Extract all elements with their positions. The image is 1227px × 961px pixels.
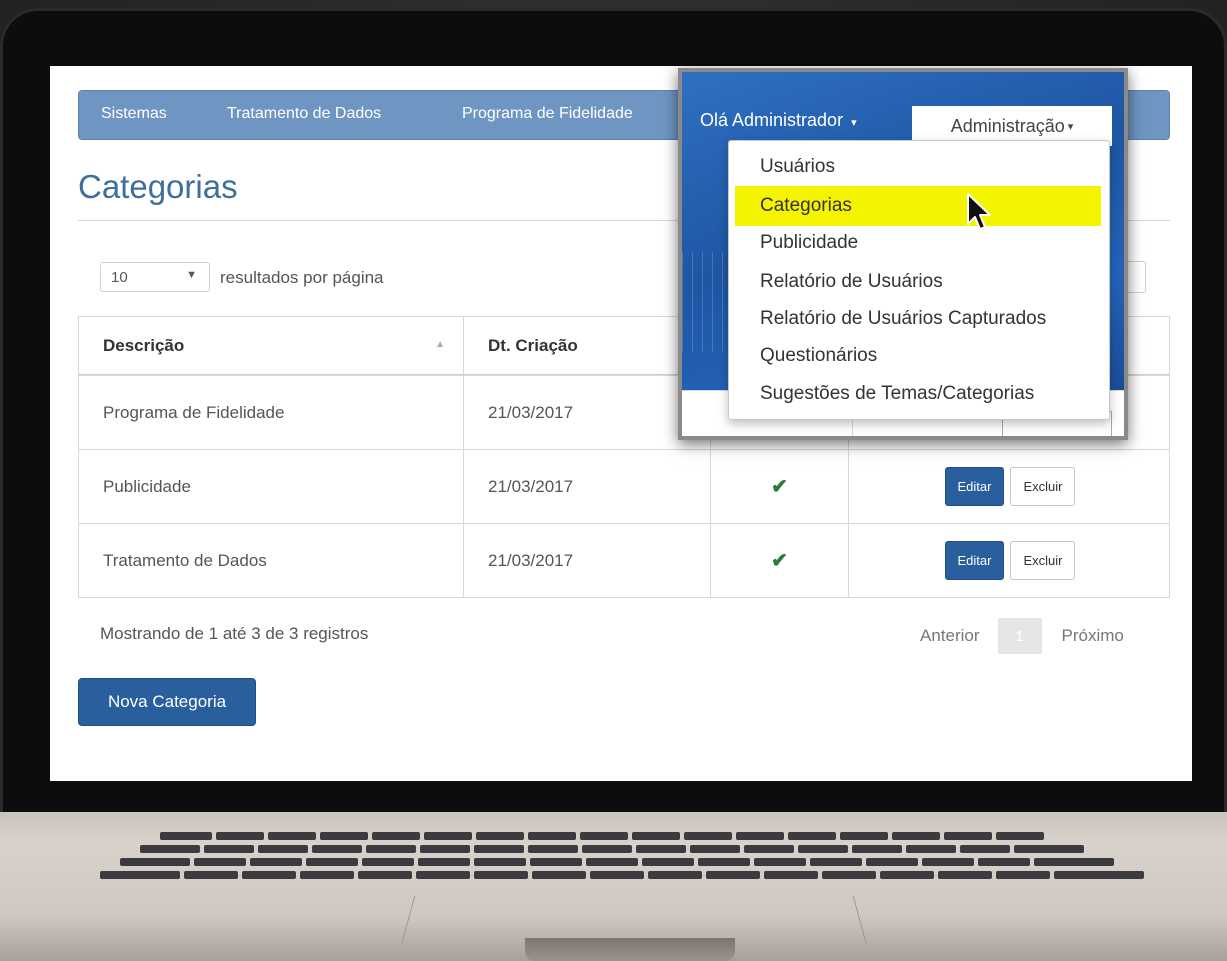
pagination: Anterior 1 Próximo <box>920 618 1124 654</box>
nav-item-sistemas[interactable]: Sistemas <box>101 105 167 123</box>
header-descricao[interactable]: Descrição ▲ <box>79 317 464 374</box>
menu-item-relatorio-usuarios[interactable]: Relatório de Usuários <box>735 262 1101 302</box>
menu-item-categorias[interactable]: Categorias <box>735 186 1101 226</box>
dropdown-arrow-icon: ▼ <box>186 269 197 281</box>
delete-button[interactable]: Excluir <box>1010 541 1076 580</box>
check-icon: ✔ <box>771 476 788 498</box>
mouse-cursor-icon <box>967 193 991 230</box>
menu-item-relatorio-usuarios-capturados[interactable]: Relatório de Usuários Capturados <box>735 299 1101 339</box>
admin-menu-label: Administração <box>950 115 1065 136</box>
trackpad <box>401 896 867 944</box>
page-title: Categorias <box>78 168 238 205</box>
admin-dropdown-menu: Usuários Categorias Publicidade Relatóri… <box>728 140 1110 420</box>
laptop-notch <box>525 938 735 961</box>
menu-item-usuarios[interactable]: Usuários <box>735 147 1101 187</box>
cell-descricao: Publicidade <box>79 450 464 523</box>
laptop-keyboard <box>100 828 1160 888</box>
results-per-page-select[interactable]: 10 ▼ <box>100 262 210 292</box>
delete-button[interactable]: Excluir <box>1010 467 1076 506</box>
results-per-page-label: resultados por página <box>220 268 384 287</box>
nav-item-tratamento-de-dados[interactable]: Tratamento de Dados <box>227 105 381 123</box>
results-per-page-value: 10 <box>111 269 128 286</box>
table-row: Tratamento de Dados 21/03/2017 ✔ Editar … <box>79 523 1169 597</box>
pagination-page-1[interactable]: 1 <box>997 618 1042 654</box>
table-row: Publicidade 21/03/2017 ✔ Editar Excluir <box>79 449 1169 523</box>
cell-actions: Editar Excluir <box>849 450 1171 523</box>
cell-descricao: Programa de Fidelidade <box>79 376 464 449</box>
cell-status: ✔ <box>711 524 849 597</box>
nav-item-programa-de-fidelidade[interactable]: Programa de Fidelidade <box>462 105 633 123</box>
edit-button[interactable]: Editar <box>944 467 1005 506</box>
cell-dt-criacao: 21/03/2017 <box>464 524 711 597</box>
cell-dt-criacao: 21/03/2017 <box>464 376 711 449</box>
caret-down-icon: ▾ <box>1064 120 1074 133</box>
header-dt-criacao[interactable]: Dt. Criação <box>464 317 711 374</box>
cell-descricao: Tratamento de Dados <box>79 524 464 597</box>
menu-item-questionarios[interactable]: Questionários <box>735 336 1101 376</box>
pagination-next[interactable]: Próximo <box>1062 626 1124 646</box>
user-navbar: Olá Administrador ▾ Administração ▾ <box>682 94 1124 146</box>
edit-button[interactable]: Editar <box>944 541 1005 580</box>
new-category-button[interactable]: Nova Categoria <box>78 678 256 726</box>
cell-actions: Editar Excluir <box>849 524 1171 597</box>
sort-asc-icon[interactable]: ▲ <box>435 339 445 350</box>
pagination-previous[interactable]: Anterior <box>920 626 980 646</box>
menu-item-publicidade[interactable]: Publicidade <box>735 223 1101 263</box>
caret-down-icon: ▾ <box>848 117 857 129</box>
user-menu-toggle[interactable]: Olá Administrador ▾ <box>700 110 857 131</box>
check-icon: ✔ <box>771 550 788 572</box>
menu-item-sugestoes[interactable]: Sugestões de Temas/Categorias <box>735 374 1101 414</box>
header-descricao-label: Descrição <box>103 335 185 355</box>
table-info: Mostrando de 1 até 3 de 3 registros <box>100 624 369 643</box>
cell-status: ✔ <box>711 450 849 523</box>
cell-dt-criacao: 21/03/2017 <box>464 450 711 523</box>
header-dt-criacao-label: Dt. Criação <box>488 335 578 355</box>
user-greeting: Olá Administrador <box>700 110 844 130</box>
